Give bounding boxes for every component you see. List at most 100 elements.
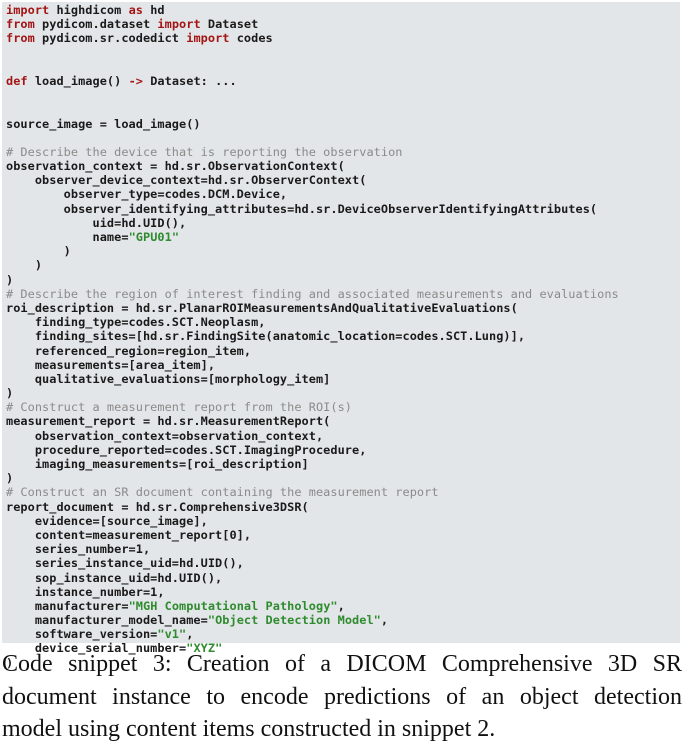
code-text: ) bbox=[6, 471, 14, 486]
code-line: referenced_region=region_item, bbox=[6, 344, 680, 358]
code-text: finding_sites=[hd.sr.FindingSite(anatomi… bbox=[6, 329, 526, 344]
code-keyword: -> bbox=[128, 73, 143, 88]
code-text: content=measurement_report[0], bbox=[6, 527, 252, 542]
code-comment: # Describe the device that is reporting … bbox=[6, 144, 403, 159]
code-text: software_version= bbox=[6, 627, 158, 642]
code-text: manufacturer= bbox=[6, 598, 129, 613]
code-text: series_instance_uid=hd.UID(), bbox=[6, 556, 244, 571]
code-text: observation_context = hd.sr.ObservationC… bbox=[6, 159, 345, 174]
code-line: # Construct an SR document containing th… bbox=[6, 485, 680, 499]
code-text: sop_instance_uid=hd.UID(), bbox=[6, 570, 223, 585]
code-text: referenced_region=region_item, bbox=[6, 343, 252, 358]
code-text: report_document = hd.sr.Comprehensive3DS… bbox=[6, 499, 309, 514]
code-text: Dataset bbox=[200, 17, 259, 32]
code-keyword: import bbox=[6, 3, 50, 17]
code-line: from pydicom.sr.codedict import codes bbox=[6, 31, 680, 45]
code-text: observer_identifying_attributes=hd.sr.De… bbox=[6, 201, 598, 216]
code-line: measurement_report = hd.sr.MeasurementRe… bbox=[6, 414, 680, 428]
code-string: "v1" bbox=[157, 627, 187, 642]
code-keyword: from bbox=[6, 17, 35, 32]
code-text: roi_description = hd.sr.PlanarROIMeasure… bbox=[6, 300, 518, 315]
code-text: ) bbox=[6, 386, 14, 401]
code-line: qualitative_evaluations=[morphology_item… bbox=[6, 372, 680, 386]
code-line: def load_image() -> Dataset: ... bbox=[6, 74, 680, 88]
code-line: software_version="v1", bbox=[6, 627, 680, 641]
code-line: observer_identifying_attributes=hd.sr.De… bbox=[6, 202, 680, 216]
code-text: Dataset: ... bbox=[143, 73, 237, 88]
code-line: # Describe the region of interest findin… bbox=[6, 287, 680, 301]
code-line: ) bbox=[6, 258, 680, 272]
code-line: observation_context=observation_context, bbox=[6, 429, 680, 443]
code-text: highdicom bbox=[49, 3, 129, 17]
code-line: report_document = hd.sr.Comprehensive3DS… bbox=[6, 500, 680, 514]
code-line: content=measurement_report[0], bbox=[6, 528, 680, 542]
code-line: finding_sites=[hd.sr.FindingSite(anatomi… bbox=[6, 329, 680, 343]
code-line: from pydicom.dataset import Dataset bbox=[6, 17, 680, 31]
code-text: , bbox=[186, 627, 194, 642]
code-line: instance_number=1, bbox=[6, 585, 680, 599]
code-text: series_number=1, bbox=[6, 542, 151, 557]
code-text: observer_type=codes.DCM.Device, bbox=[6, 187, 288, 202]
code-string: "MGH Computational Pathology" bbox=[128, 598, 338, 613]
code-text: , bbox=[380, 613, 389, 628]
code-line: # Describe the device that is reporting … bbox=[6, 145, 680, 159]
code-line: ) bbox=[6, 273, 680, 287]
code-keyword: import bbox=[157, 17, 201, 32]
code-line: ) bbox=[6, 244, 680, 258]
code-string: "GPU01" bbox=[128, 230, 180, 244]
code-text: procedure_reported=codes.SCT.ImagingProc… bbox=[6, 442, 367, 457]
code-text: observation_context=observation_context, bbox=[6, 428, 324, 443]
code-text: instance_number=1, bbox=[6, 584, 165, 599]
code-line: measurements=[area_item], bbox=[6, 358, 680, 372]
code-string: "Object Detection Model" bbox=[207, 613, 381, 628]
code-line: manufacturer="MGH Computational Patholog… bbox=[6, 599, 680, 613]
code-text: codes bbox=[229, 31, 273, 46]
code-text: measurement_report = hd.sr.MeasurementRe… bbox=[6, 414, 331, 429]
code-text: pydicom.sr.codedict bbox=[34, 31, 187, 46]
code-line: observer_device_context=hd.sr.ObserverCo… bbox=[6, 173, 680, 187]
code-comment: # Construct a measurement report from th… bbox=[6, 400, 353, 415]
code-line: evidence=[source_image], bbox=[6, 514, 680, 528]
code-text: ) bbox=[6, 258, 43, 273]
code-text: observer_device_context=hd.sr.ObserverCo… bbox=[6, 173, 367, 188]
code-line: roi_description = hd.sr.PlanarROIMeasure… bbox=[6, 301, 680, 315]
code-keyword: as bbox=[128, 3, 143, 17]
code-line: observation_context = hd.sr.ObservationC… bbox=[6, 159, 680, 173]
figure-caption: Code snippet 3: Creation of a DICOM Comp… bbox=[2, 648, 682, 746]
code-line: source_image = load_image() bbox=[6, 117, 680, 131]
code-line: manufacturer_model_name="Object Detectio… bbox=[6, 613, 680, 627]
code-line: series_number=1, bbox=[6, 542, 680, 556]
code-keyword: from bbox=[6, 31, 35, 46]
code-text: manufacturer_model_name= bbox=[6, 613, 208, 628]
code-comment: # Describe the region of interest findin… bbox=[6, 286, 619, 301]
code-line: name="GPU01" bbox=[6, 230, 680, 244]
code-line: ) bbox=[6, 471, 680, 485]
caption-line: Code snippet 3: Creation of a DICOM Comp… bbox=[2, 651, 682, 677]
code-keyword: def bbox=[6, 73, 28, 88]
code-text: ) bbox=[6, 272, 14, 287]
code-text: qualitative_evaluations=[morphology_item… bbox=[6, 371, 331, 386]
code-line: sop_instance_uid=hd.UID(), bbox=[6, 571, 680, 585]
code-text: hd bbox=[142, 3, 165, 17]
code-line: ) bbox=[6, 386, 680, 400]
code-keyword: import bbox=[186, 31, 230, 46]
code-line: procedure_reported=codes.SCT.ImagingProc… bbox=[6, 443, 680, 457]
code-text: finding_type=codes.SCT.Neoplasm, bbox=[6, 315, 266, 330]
code-text: source_image = load_image() bbox=[6, 116, 201, 131]
code-line: uid=hd.UID(), bbox=[6, 216, 680, 230]
code-line: # Construct a measurement report from th… bbox=[6, 400, 680, 414]
code-text: measurements=[area_item], bbox=[6, 357, 216, 372]
code-line: series_instance_uid=hd.UID(), bbox=[6, 556, 680, 570]
code-text: name= bbox=[6, 230, 129, 244]
code-line: import highdicom as hd bbox=[6, 3, 680, 17]
code-line: imaging_measurements=[roi_description] bbox=[6, 457, 680, 471]
code-text: load_image() bbox=[27, 73, 129, 88]
code-text: imaging_measurements=[roi_description] bbox=[6, 457, 309, 471]
code-text: pydicom.dataset bbox=[34, 17, 158, 32]
code-comment: # Construct an SR document containing th… bbox=[6, 485, 439, 500]
